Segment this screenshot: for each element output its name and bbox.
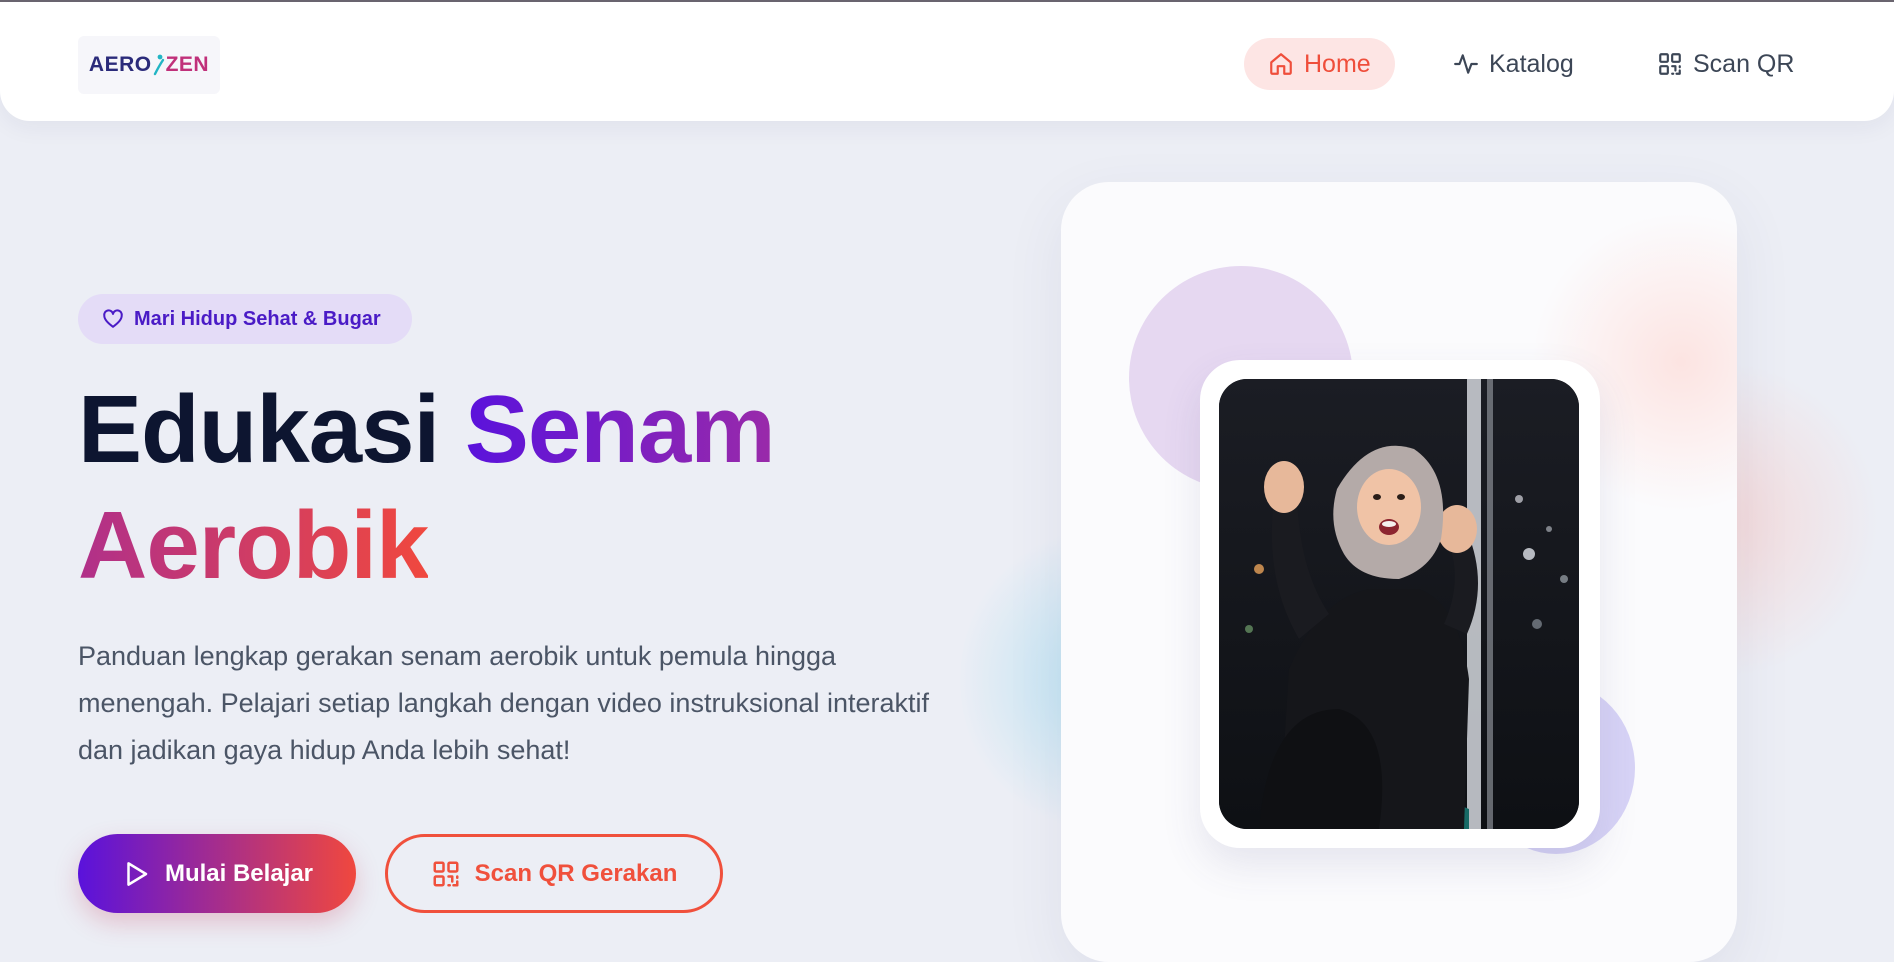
hero-title-word-aerobik: Aerobik	[78, 492, 429, 599]
play-icon	[127, 861, 148, 886]
nav-home[interactable]: Home	[1244, 38, 1395, 90]
navbar: AERO ZEN Home Katalog Scan QR	[0, 2, 1894, 121]
logo[interactable]: AERO ZEN	[78, 36, 220, 94]
logo-text-zen: ZEN	[165, 53, 210, 76]
woman-waving-image	[1219, 379, 1579, 829]
hero-description: Panduan lengkap gerakan senam aerobik un…	[78, 641, 930, 765]
hero-image-card	[1061, 182, 1737, 962]
qr-code-icon	[433, 861, 459, 886]
start-learning-button[interactable]: Mulai Belajar	[78, 834, 356, 913]
hero-badge: Mari Hidup Sehat & Bugar	[78, 294, 412, 344]
nav-scan-qr-label: Scan QR	[1693, 49, 1795, 78]
hero-title-word-senam: Senam	[464, 376, 776, 483]
hero-badge-label: Mari Hidup Sehat & Bugar	[134, 307, 381, 330]
photo-frame	[1200, 360, 1600, 848]
nav-katalog[interactable]: Katalog	[1429, 38, 1598, 90]
home-icon	[1270, 53, 1292, 75]
scan-qr-movement-label: Scan QR Gerakan	[474, 859, 678, 887]
nav-scan-qr[interactable]: Scan QR	[1633, 38, 1818, 90]
scan-qr-movement-button[interactable]: Scan QR Gerakan	[385, 834, 723, 913]
hero-title: Edukasi Senam Aerobik	[78, 372, 776, 604]
qr-code-icon	[1659, 53, 1681, 75]
start-learning-label: Mulai Belajar	[164, 859, 314, 887]
logo-wordmark: AERO ZEN	[89, 53, 209, 77]
activity-icon	[1454, 54, 1478, 74]
logo-figure-icon	[153, 54, 164, 76]
nav-home-label: Home	[1304, 49, 1371, 78]
nav-katalog-label: Katalog	[1489, 49, 1574, 78]
hero-photo	[1219, 379, 1579, 829]
logo-text-aero: AERO	[88, 53, 152, 76]
hero-title-word-edukasi: Edukasi	[78, 376, 440, 483]
heart-icon	[103, 309, 123, 328]
